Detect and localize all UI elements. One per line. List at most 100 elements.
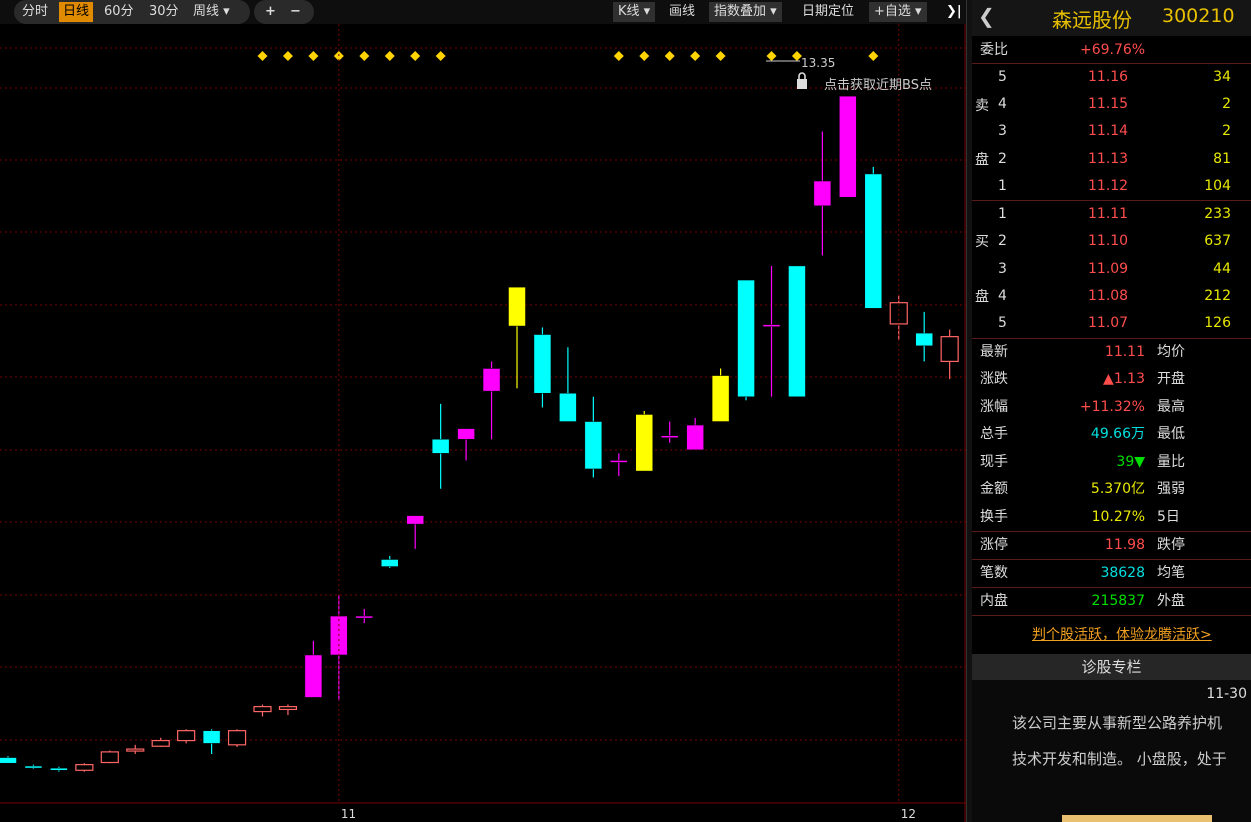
candles: [0, 95, 959, 772]
candle: [584, 396, 603, 478]
candle: [431, 403, 450, 489]
bs-marker[interactable]: [766, 51, 777, 61]
ask-row[interactable]: 4 11.15 2: [972, 91, 1251, 118]
kline-chart[interactable]: 11 12 13.35 点击获取近期BS点: [0, 24, 966, 822]
activity-promo-link[interactable]: 判个股活跃，体验龙腾活跃>: [1032, 624, 1212, 644]
bs-marker[interactable]: [359, 51, 370, 61]
collapse-panel-icon[interactable]: ❯|: [946, 2, 962, 22]
bid-row[interactable]: 5 11.07 126: [972, 310, 1251, 337]
candle: [100, 750, 119, 764]
stat-right-label: 均价: [1157, 344, 1185, 360]
tab-weekly[interactable]: 周线 ▾: [193, 2, 230, 22]
candle: [889, 295, 908, 341]
quote-panel: ❮ 森远股份 300210 委比 +69.76% 卖 盘 5 11.16 34 …: [972, 0, 1251, 822]
tab-60min[interactable]: 60分: [104, 2, 134, 22]
candle-body: [406, 515, 424, 525]
candle-body: [24, 765, 43, 769]
ask-volume: 34: [1213, 69, 1231, 85]
ask-volume: 2: [1222, 123, 1231, 139]
tab-daily[interactable]: 日线: [59, 2, 94, 22]
candle-body: [711, 375, 730, 422]
bid-row[interactable]: 2 11.10 637: [972, 228, 1251, 255]
x-axis: 11 12: [338, 24, 916, 821]
bs-points-hint[interactable]: 点击获取近期BS点: [824, 78, 932, 93]
candle: [177, 729, 196, 744]
tab-minute[interactable]: 分时: [22, 2, 48, 22]
bs-markers[interactable]: [257, 51, 879, 61]
candle: [24, 764, 43, 769]
bid-price: 11.11: [1088, 206, 1129, 222]
ask-row[interactable]: 3 11.14 2: [972, 118, 1251, 145]
stat-label: 现手: [980, 454, 1008, 470]
stat-right-label: 强弱: [1157, 481, 1185, 497]
stat-value: +11.32%: [1079, 399, 1145, 415]
stat-right-label: 最低: [1157, 426, 1185, 442]
bid-row[interactable]: 3 11.09 44: [972, 256, 1251, 283]
candle: [202, 729, 221, 755]
bs-marker[interactable]: [715, 51, 726, 61]
ask-price: 11.12: [1088, 178, 1129, 194]
candle-body: [508, 286, 526, 327]
candle-body: [457, 428, 475, 440]
candle-body: [584, 421, 603, 470]
bs-marker[interactable]: [282, 51, 293, 61]
lock-icon[interactable]: [797, 72, 807, 89]
bid-row[interactable]: 4 11.08 212: [972, 283, 1251, 310]
stat-row: 最新 11.11 均价: [972, 339, 1251, 366]
zoom-out-button[interactable]: −: [290, 2, 301, 22]
candle: [635, 410, 653, 472]
draw-line-button[interactable]: 画线: [669, 2, 695, 22]
bid-volume: 44: [1213, 261, 1231, 277]
stat-label: 涨停: [980, 537, 1008, 553]
candle-body: [100, 751, 119, 764]
bs-marker[interactable]: [690, 51, 701, 61]
stat-right-label: 外盘: [1157, 593, 1185, 609]
price-grid: [0, 24, 966, 822]
candle: [304, 640, 323, 698]
stat-right-label: 跌停: [1157, 537, 1185, 553]
candle: [75, 763, 94, 772]
bs-marker[interactable]: [639, 51, 650, 61]
bs-marker[interactable]: [613, 51, 624, 61]
ask-row[interactable]: 1 11.12 104: [972, 173, 1251, 200]
stat-row: 总手 49.66万 最低: [972, 421, 1251, 448]
candle: [278, 704, 298, 716]
candle: [686, 418, 704, 451]
bid-row[interactable]: 1 11.11 233: [972, 201, 1251, 228]
watchlist-button[interactable]: +自选 ▾: [869, 2, 927, 22]
bid-volume: 126: [1204, 315, 1231, 331]
bs-marker[interactable]: [435, 51, 446, 61]
tab-30min[interactable]: 30分: [149, 2, 179, 22]
candle-body: [278, 706, 298, 711]
wei-bi-value: +69.76%: [1080, 42, 1146, 58]
column-action-button[interactable]: [1062, 815, 1212, 822]
candle: [559, 347, 577, 422]
bs-marker[interactable]: [384, 51, 395, 61]
candle-body: [482, 368, 501, 392]
zoom-in-button[interactable]: +: [265, 2, 276, 22]
date-locate-button[interactable]: 日期定位: [802, 2, 854, 22]
bs-marker[interactable]: [868, 51, 879, 61]
candle: [813, 131, 832, 256]
ask-volume: 81: [1213, 151, 1231, 167]
ask-row[interactable]: 2 11.13 81: [972, 146, 1251, 173]
bid-price: 11.10: [1088, 233, 1129, 249]
ask-price: 11.14: [1088, 123, 1129, 139]
index-overlay-menu[interactable]: 指数叠加 ▾: [709, 2, 782, 22]
ask-level: 1: [998, 178, 1007, 194]
ask-row[interactable]: 5 11.16 34: [972, 64, 1251, 91]
candle-body: [940, 336, 959, 363]
column-text-line: 技术开发和制造。 小盘股，处于: [1012, 750, 1227, 768]
ask-level: 5: [998, 69, 1007, 85]
column-title[interactable]: 诊股专栏: [972, 654, 1251, 680]
back-arrow-icon[interactable]: ❮: [978, 4, 995, 28]
stat-label: 涨跌: [980, 371, 1008, 387]
bs-marker[interactable]: [410, 51, 421, 61]
bs-marker[interactable]: [257, 51, 268, 61]
stat-label: 金额: [980, 481, 1008, 497]
bs-marker[interactable]: [308, 51, 319, 61]
stat-row: 笔数 38628 均笔: [972, 560, 1251, 587]
kline-menu[interactable]: K线 ▾: [613, 2, 656, 22]
candle: [381, 555, 399, 568]
bs-marker[interactable]: [664, 51, 675, 61]
